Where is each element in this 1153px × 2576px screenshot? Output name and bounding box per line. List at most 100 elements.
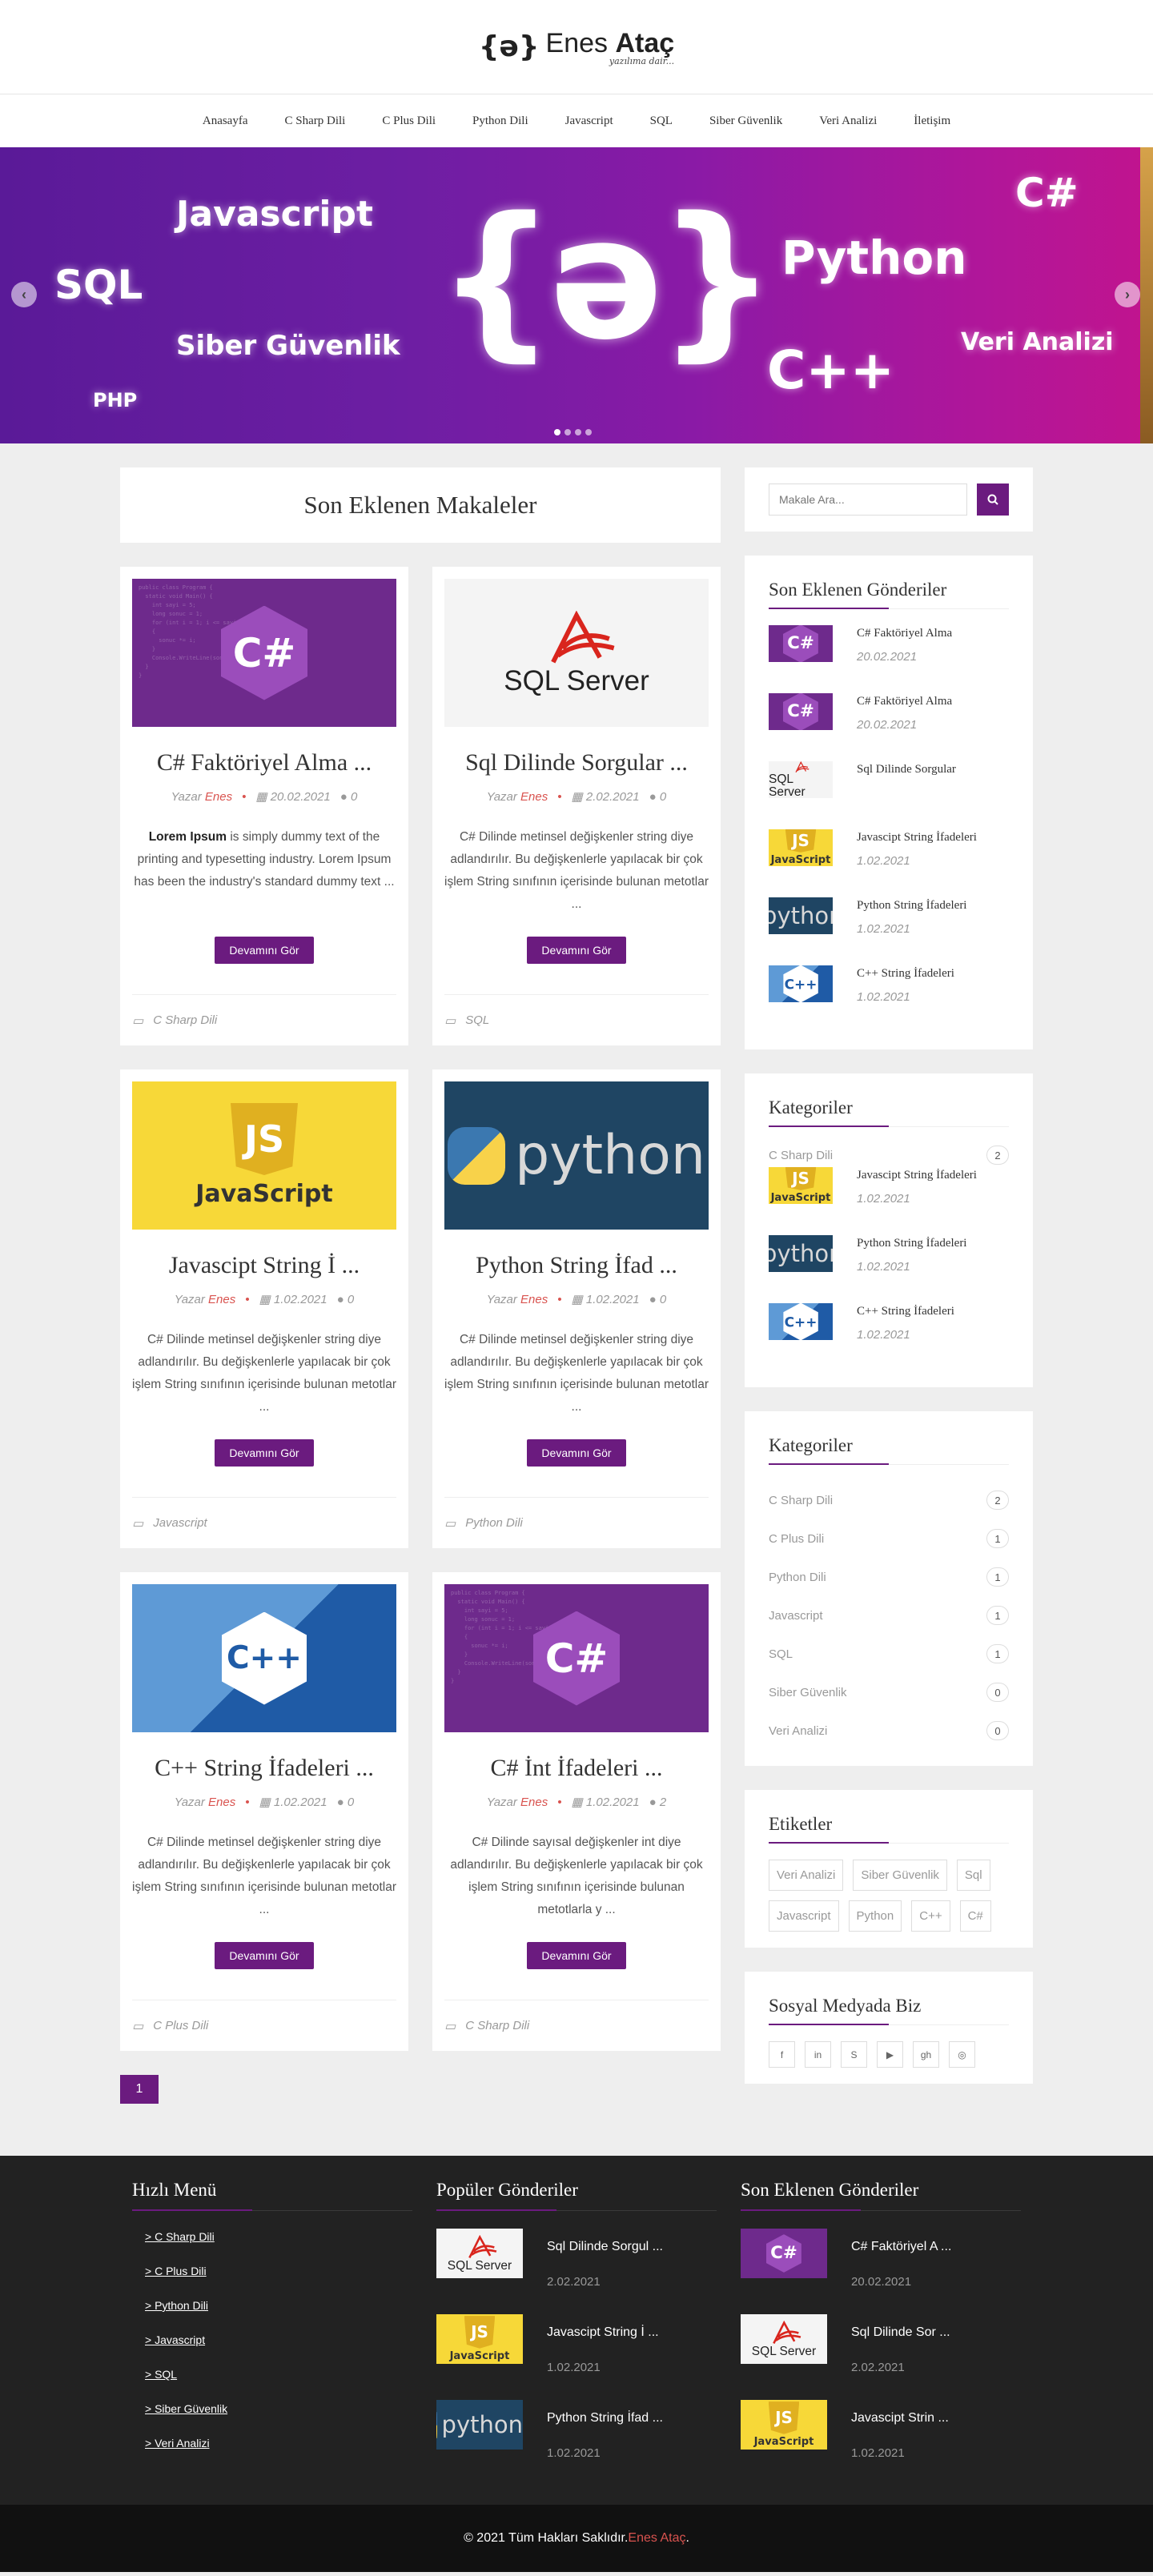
footer-quick-link[interactable]: > Python Dili xyxy=(145,2297,412,2332)
footer-post[interactable]: JS JavaScript Javascipt String İ ... 1.02.2… xyxy=(436,2314,717,2400)
sidebar-post[interactable]: C++ C++ String İfadeleri 1.02.2021 xyxy=(769,1303,1009,1371)
footer-quick-link[interactable]: > C Sharp Dili xyxy=(145,2229,412,2263)
search-button[interactable] xyxy=(976,484,1009,516)
site-logo[interactable]: {ə} Enes Ataç yazılıma dair... xyxy=(479,28,674,66)
slider-dot[interactable] xyxy=(554,429,560,435)
tag-item[interactable]: Python xyxy=(848,1900,902,1932)
category-item[interactable]: Veri Analizi 0 xyxy=(769,1711,1009,1750)
article-title[interactable]: C# İnt İfadeleri ... xyxy=(491,1755,663,1782)
copyright-link[interactable]: Enes Ataç xyxy=(628,2531,685,2546)
article-title[interactable]: Javascipt String İ ... xyxy=(169,1252,360,1279)
folder-icon: ▭ xyxy=(444,1013,456,1028)
read-more-button[interactable]: Devamını Gör xyxy=(527,1439,626,1467)
nav-item-6[interactable]: Siber Güvenlik xyxy=(709,114,782,128)
tag-item[interactable]: Siber Güvenlik xyxy=(853,1860,947,1891)
article-title[interactable]: C++ String İfadeleri ... xyxy=(155,1755,374,1782)
read-more-button[interactable]: Devamını Gör xyxy=(215,937,314,964)
footer-post-title: Python String İfad ... xyxy=(547,2411,663,2425)
nav-item-5[interactable]: SQL xyxy=(650,114,673,128)
tag-item[interactable]: Veri Analizi xyxy=(769,1860,844,1891)
article-meta: Yazar Enes • ▦ 1.02.2021 ● 0 xyxy=(175,1795,354,1810)
category-item[interactable]: C Sharp Dili 2 xyxy=(769,1481,1009,1519)
tag-item[interactable]: Sql xyxy=(956,1860,990,1891)
sidebar-post[interactable]: JS JavaScript Javascipt String İfadeleri 1.… xyxy=(769,1167,1009,1235)
article-category[interactable]: ▭ C Sharp Dili xyxy=(444,2000,709,2051)
article-card: public class Program { static void Main(… xyxy=(120,567,408,1045)
tag-item[interactable]: Javascript xyxy=(769,1900,839,1932)
article-thumbnail[interactable]: python xyxy=(444,1081,709,1230)
article-thumbnail[interactable]: public class Program { static void Main(… xyxy=(132,579,396,727)
article-card: JS JavaScript Javascipt String İ ... Yazar … xyxy=(120,1069,408,1548)
footer-quick-link[interactable]: > Siber Güvenlik xyxy=(145,2401,412,2435)
article-thumbnail[interactable]: SQL Server xyxy=(444,579,709,727)
article-title[interactable]: Python String İfad ... xyxy=(476,1252,677,1279)
category-item[interactable]: C Plus Dili 1 xyxy=(769,1519,1009,1558)
slider-prev-icon[interactable]: ‹ xyxy=(11,282,37,307)
github-icon[interactable]: gh xyxy=(913,2041,939,2068)
nav-item-3[interactable]: Python Dili xyxy=(472,114,528,128)
category-item[interactable]: Python Dili 1 xyxy=(769,1558,1009,1596)
footer-quick-link[interactable]: > Veri Analizi xyxy=(145,2435,412,2470)
nav-item-1[interactable]: C Sharp Dili xyxy=(285,114,346,128)
read-more-button[interactable]: Devamını Gör xyxy=(527,937,626,964)
article-thumbnail[interactable]: public class Program { static void Main(… xyxy=(444,1584,709,1732)
footer-quick-link[interactable]: > Javascript xyxy=(145,2332,412,2366)
sidebar-post[interactable]: C++ C++ String İfadeleri 1.02.2021 xyxy=(769,965,1009,1033)
read-more-button[interactable]: Devamını Gör xyxy=(215,1439,314,1467)
footer-post[interactable]: python Python String İfad ... 1.02.2021 xyxy=(436,2400,717,2486)
linkedin-icon[interactable]: in xyxy=(805,2041,831,2068)
slider-word-sql: SQL xyxy=(54,262,143,308)
article-category[interactable]: ▭ Python Dili xyxy=(444,1497,709,1548)
read-more-button[interactable]: Devamını Gör xyxy=(527,1942,626,1969)
youtube-icon[interactable]: ▶ xyxy=(877,2041,903,2068)
sidebar-post[interactable]: SQL Server Sql Dilinde Sorgular xyxy=(769,761,1009,829)
nav-item-7[interactable]: Veri Analizi xyxy=(819,114,877,128)
nav-item-2[interactable]: C Plus Dili xyxy=(382,114,436,128)
slider-dot[interactable] xyxy=(585,429,592,435)
slider-dot[interactable] xyxy=(575,429,581,435)
category-item[interactable]: SQL 1 xyxy=(769,1635,1009,1673)
article-thumbnail[interactable]: JS JavaScript xyxy=(132,1081,396,1230)
article-category[interactable]: ▭ SQL xyxy=(444,994,709,1045)
facebook-icon[interactable]: f xyxy=(769,2041,795,2068)
footer-quick-link[interactable]: > C Plus Dili xyxy=(145,2263,412,2297)
category-item[interactable]: Javascript 1 xyxy=(769,1596,1009,1635)
slider-dots xyxy=(554,429,592,435)
article-category[interactable]: ▭ C Plus Dili xyxy=(132,2000,396,2051)
footer-post-title: Javascipt Strin ... xyxy=(851,2411,949,2425)
article-meta: Yazar Enes • ▦ 20.02.2021 ● 0 xyxy=(171,789,358,804)
sidebar-post[interactable]: C# C# Faktöriyel Alma 20.02.2021 xyxy=(769,693,1009,761)
sidebar-post[interactable]: python Python String İfadeleri 1.02.2021 xyxy=(769,1235,1009,1303)
footer-quick-link[interactable]: > SQL xyxy=(145,2366,412,2401)
footer-post[interactable]: SQL Server Sql Dilinde Sor ... 2.02.2021 xyxy=(741,2314,1021,2400)
nav-item-8[interactable]: İletişim xyxy=(914,114,950,128)
footer-post[interactable]: C# C# Faktöriyel A ... 20.02.2021 xyxy=(741,2229,1021,2314)
article-title[interactable]: Sql Dilinde Sorgular ... xyxy=(465,749,688,776)
pagination-page-1[interactable]: 1 xyxy=(120,2075,159,2104)
article-excerpt: C# Dilinde metinsel değişkenler string d… xyxy=(444,830,709,911)
category-item[interactable]: C Sharp Dili 2 xyxy=(769,1143,1009,1167)
skype-icon[interactable]: S xyxy=(841,2041,867,2068)
article-title[interactable]: C# Faktöriyel Alma ... xyxy=(157,749,372,776)
footer-post[interactable]: JS JavaScript Javascipt Strin ... 1.02.2021 xyxy=(741,2400,1021,2486)
article-thumbnail[interactable]: C++ xyxy=(132,1584,396,1732)
nav-item-4[interactable]: Javascript xyxy=(565,114,613,128)
slider-word-cpp: C++ xyxy=(767,339,895,401)
read-more-button[interactable]: Devamını Gör xyxy=(215,1942,314,1969)
article-date: ▦ 20.02.2021 xyxy=(255,790,331,804)
slider-next-icon[interactable]: › xyxy=(1115,282,1140,307)
article-category[interactable]: ▭ C Sharp Dili xyxy=(132,994,396,1045)
instagram-icon[interactable]: ◎ xyxy=(949,2041,975,2068)
category-item[interactable]: Siber Güvenlik 0 xyxy=(769,1673,1009,1711)
nav-item-0[interactable]: Anasayfa xyxy=(203,114,248,128)
footer-post[interactable]: SQL Server Sql Dilinde Sorgul ... 2.02.202… xyxy=(436,2229,717,2314)
article-category[interactable]: ▭ Javascript xyxy=(132,1497,396,1548)
tag-item[interactable]: C++ xyxy=(911,1900,950,1932)
slider-dot[interactable] xyxy=(564,429,571,435)
sidebar-post[interactable]: python Python String İfadeleri 1.02.2021 xyxy=(769,897,1009,965)
sidebar-post[interactable]: JS JavaScript Javascipt String İfadeleri 1.… xyxy=(769,829,1009,897)
sidebar-post[interactable]: C# C# Faktöriyel Alma 20.02.2021 xyxy=(769,625,1009,693)
folder-icon: ▭ xyxy=(444,1516,456,1531)
tag-item[interactable]: C# xyxy=(959,1900,991,1932)
search-input[interactable] xyxy=(769,484,967,516)
